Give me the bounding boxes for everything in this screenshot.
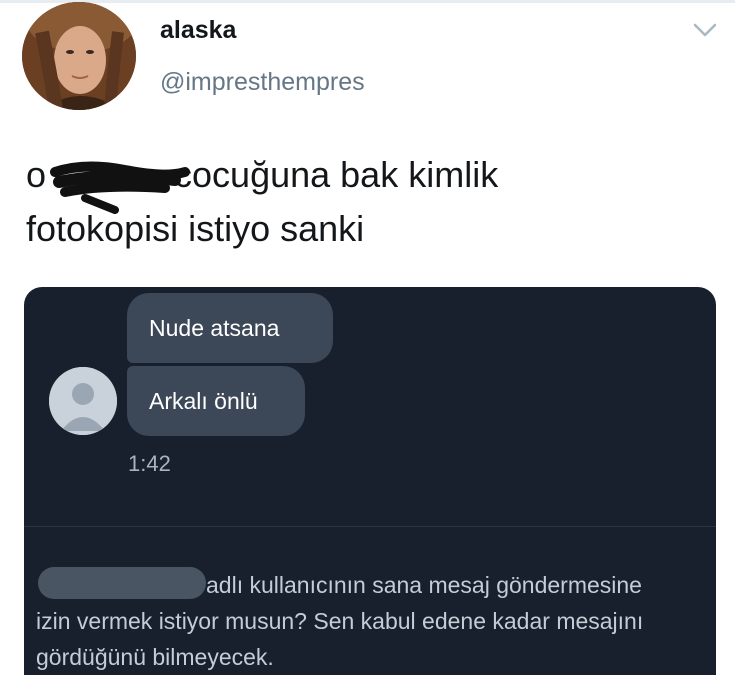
message-bubble: Arkalı önlü — [127, 366, 305, 436]
dm-divider — [24, 526, 716, 527]
redaction-scribble — [50, 161, 190, 214]
display-name[interactable]: alaska — [160, 16, 236, 45]
chevron-down-icon[interactable] — [692, 20, 718, 40]
user-handle[interactable]: @impresthempres — [160, 68, 365, 97]
profile-avatar[interactable] — [22, 2, 136, 110]
dm-screenshot: Nude atsana Arkalı önlü 1:42 adlı kullan… — [24, 287, 716, 675]
tweet-text-line1: cocuğuna bak kimlik — [174, 154, 499, 195]
message-timestamp: 1:42 — [128, 451, 171, 476]
default-avatar-icon — [49, 367, 117, 435]
message-bubble: Nude atsana — [127, 293, 333, 363]
message-request-text: adlı kullanıcının sana mesaj göndermesin… — [36, 572, 644, 670]
tweet-text-line2: fotokopisi istiyo sanki — [26, 208, 365, 249]
tweet-text-start: o — [26, 154, 47, 195]
top-divider — [0, 0, 735, 3]
profile-photo — [22, 2, 136, 110]
